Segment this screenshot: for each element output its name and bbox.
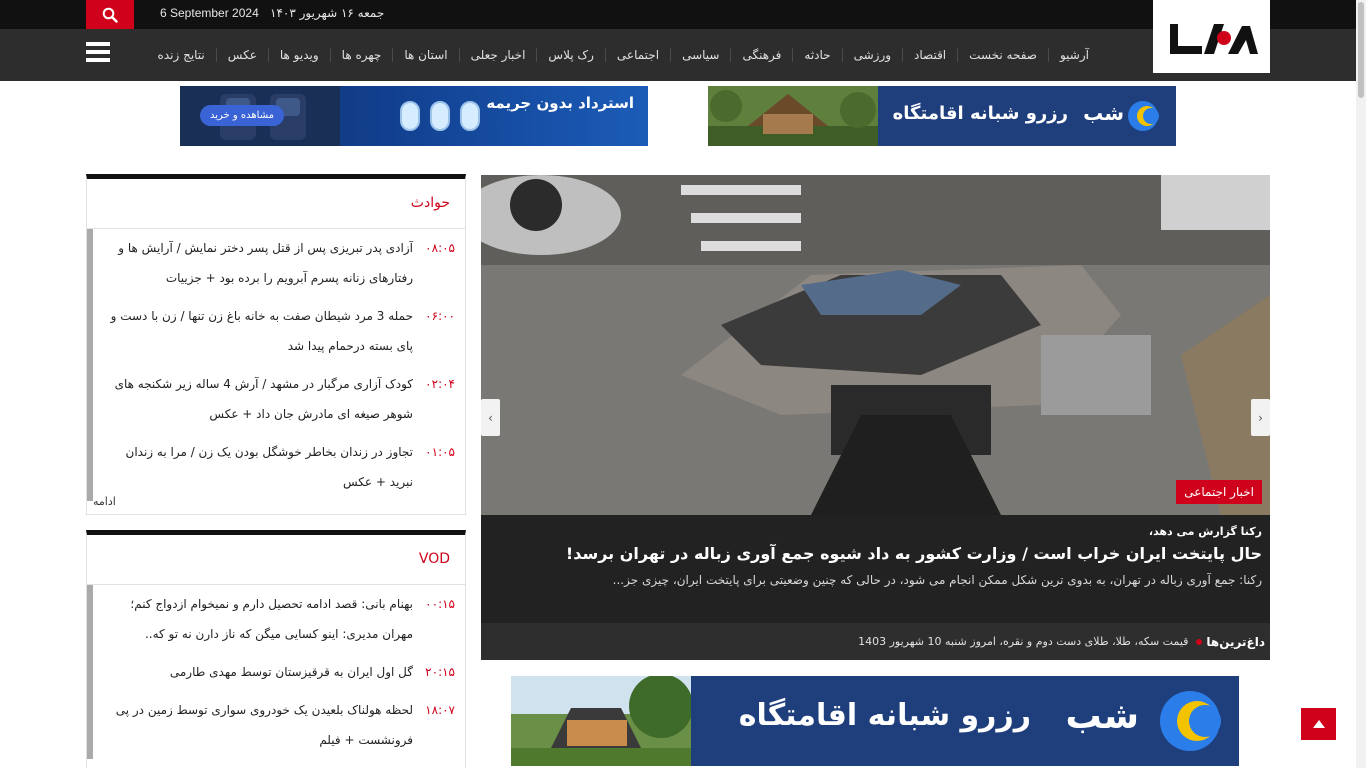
ad-banner-accommodation[interactable]: شب رزرو شبانه اقامتگاه bbox=[708, 86, 1176, 146]
nav-item[interactable]: حادثه bbox=[792, 48, 841, 62]
vod-box: VOD ۰۰:۱۵ بهنام بانی: قصد ادامه تحصیل دار… bbox=[86, 530, 466, 768]
nav-item[interactable]: آرشیو bbox=[1047, 48, 1100, 62]
chevron-right-icon: › bbox=[1258, 410, 1263, 425]
nav-item[interactable]: چهره ها bbox=[329, 48, 393, 62]
news-time: ۱۸:۰۷ bbox=[425, 703, 455, 717]
news-list-item[interactable]: ۰۸:۰۵ آزادی پدر تبریزی پس از قتل پسر دختر… bbox=[93, 229, 465, 297]
news-title[interactable]: گل اول ایران به قرقیزستان توسط مهدی طارم… bbox=[170, 657, 413, 687]
news-title[interactable]: بهنام بانی: قصد ادامه تحصیل دارم و نمیخو… bbox=[103, 589, 413, 649]
slider-next-button[interactable]: › bbox=[1251, 399, 1270, 436]
glass-house-photo bbox=[511, 676, 691, 766]
nav-item[interactable]: استان ها bbox=[392, 48, 458, 62]
accidents-title[interactable]: حوادث bbox=[87, 179, 465, 229]
vod-list: ۰۰:۱۵ بهنام بانی: قصد ادامه تحصیل دارم و … bbox=[87, 585, 465, 759]
news-list-item[interactable]: ۰۱:۰۵ تجاوز در زندان بخاطر خوشگل بودن یک … bbox=[93, 433, 465, 501]
news-time: ۰۰:۱۵ bbox=[425, 597, 455, 611]
scroll-to-top-button[interactable] bbox=[1301, 708, 1336, 740]
airplane-window-icon bbox=[400, 101, 420, 131]
nav-item[interactable]: عکس bbox=[215, 48, 268, 62]
nav-menu: آرشیو صفحه نخست اقتصاد ورزشی حادثه فرهنگی سیاس… bbox=[147, 29, 1100, 81]
ad-flight-text: استرداد بدون جریمه bbox=[486, 94, 634, 112]
news-list-item[interactable]: ۱۸:۰۷ لحظه هولناک بلعیدن یک خودروی سواری … bbox=[93, 691, 465, 759]
ad-buy-button[interactable]: مشاهده و خرید bbox=[200, 105, 285, 126]
date-persian: جمعه ۱۶ شهریور ۱۴۰۳ bbox=[270, 6, 385, 20]
headline-title[interactable]: حال پایتخت ایران خراب است / وزارت کشور ب… bbox=[489, 544, 1262, 563]
rokna-logo-icon bbox=[1169, 23, 1258, 54]
nav-item[interactable]: نتایج زنده bbox=[147, 48, 216, 62]
site-logo[interactable] bbox=[1153, 0, 1270, 73]
news-title[interactable]: لحظه هولناک بلعیدن یک خودروی سواری توسط … bbox=[103, 695, 413, 755]
ticker-label: داغ‌ترین‌ها bbox=[1206, 634, 1265, 649]
search-button[interactable] bbox=[86, 0, 134, 29]
news-title[interactable]: حمله 3 مرد شیطان صفت به خانه باغ زن تنها… bbox=[103, 301, 413, 361]
date-gregorian: 6 September 2024 bbox=[160, 6, 259, 20]
accidents-list: ۰۸:۰۵ آزادی پدر تبریزی پس از قتل پسر دختر… bbox=[87, 229, 465, 501]
page-scrollbar[interactable] bbox=[1356, 0, 1366, 768]
nav-item[interactable]: اجتماعی bbox=[604, 48, 670, 62]
ad-brand: شب bbox=[1083, 101, 1124, 125]
nav-item[interactable]: فرهنگی bbox=[730, 48, 792, 62]
search-icon bbox=[102, 7, 118, 23]
ticker-dot-icon bbox=[1196, 638, 1203, 645]
nav-item[interactable]: ویدیو ها bbox=[267, 48, 330, 62]
vod-title[interactable]: VOD bbox=[87, 535, 465, 585]
ad-banner-flight[interactable]: استرداد بدون جریمه مشاهده و خرید bbox=[180, 86, 648, 146]
news-time: ۰۱:۰۵ bbox=[425, 445, 455, 459]
menu-icon[interactable] bbox=[86, 42, 110, 64]
news-list-item[interactable]: ۰۲:۰۴ کودک آزاری مرگبار در مشهد / آرش 4 س… bbox=[93, 365, 465, 433]
chevron-up-icon bbox=[1312, 720, 1325, 728]
airplane-window-icon bbox=[430, 101, 450, 131]
news-list-item[interactable]: ۰۶:۰۰ حمله 3 مرد شیطان صفت به خانه باغ زن… bbox=[93, 297, 465, 365]
news-title[interactable]: آزادی پدر تبریزی پس از قتل پسر دختر نمای… bbox=[103, 233, 413, 293]
category-badge[interactable]: اخبار اجتماعی bbox=[1176, 480, 1262, 504]
hot-news-ticker: داغ‌ترین‌ها قیمت سکه، طلا، طلای دست دوم … bbox=[481, 623, 1270, 660]
nav-item[interactable]: سیاسی bbox=[670, 48, 730, 62]
street-garbage-photo bbox=[481, 175, 1270, 515]
shab-logo-icon bbox=[1160, 691, 1221, 751]
headline-slider[interactable]: ‹ › اخبار اجتماعی رکنا گزارش می دهد، حال… bbox=[481, 175, 1270, 660]
ad-brand: شب bbox=[1065, 696, 1139, 737]
nav-item[interactable]: اقتصاد bbox=[902, 48, 957, 62]
accidents-more-link[interactable]: ادامه bbox=[93, 495, 116, 508]
news-time: ۰۶:۰۰ bbox=[425, 309, 455, 323]
nav-item[interactable]: اخبار جعلی bbox=[458, 48, 537, 62]
news-time: ۲۰:۱۵ bbox=[425, 665, 455, 679]
news-time: ۰۲:۰۴ bbox=[425, 377, 455, 391]
news-list-item[interactable]: ۰۰:۱۵ بهنام بانی: قصد ادامه تحصیل دارم و … bbox=[93, 585, 465, 653]
airplane-window-icon bbox=[460, 101, 480, 131]
ad-accommodation-text: رزرو شبانه اقامتگاه bbox=[738, 698, 1031, 733]
ad-accommodation-text: رزرو شبانه اقامتگاه bbox=[892, 103, 1068, 124]
news-time: ۰۸:۰۵ bbox=[425, 241, 455, 255]
ticker-link[interactable]: قیمت سکه، طلا، طلای دست دوم و نقره، امرو… bbox=[858, 635, 1188, 648]
cabin-photo bbox=[708, 86, 878, 146]
nav-item[interactable]: ورزشی bbox=[841, 48, 902, 62]
accidents-box: حوادث ۰۸:۰۵ آزادی پدر تبریزی پس از قتل پس… bbox=[86, 174, 466, 515]
headline-lead: رکنا گزارش می دهد، bbox=[1148, 525, 1262, 538]
news-title[interactable]: تجاوز در زندان بخاطر خوشگل بودن یک زن / … bbox=[103, 437, 413, 497]
slider-prev-button[interactable]: ‹ bbox=[481, 399, 500, 436]
headline-summary: رکنا: جمع آوری زباله در تهران، به بدوی ت… bbox=[612, 573, 1262, 587]
nav-item[interactable]: صفحه نخست bbox=[957, 48, 1048, 62]
nav-item[interactable]: رک پلاس bbox=[536, 48, 605, 62]
shab-logo-icon bbox=[1128, 101, 1159, 131]
ad-banner-accommodation-large[interactable]: شب رزرو شبانه اقامتگاه bbox=[511, 676, 1239, 766]
news-list-item[interactable]: ۲۰:۱۵ گل اول ایران به قرقیزستان توسط مهدی… bbox=[93, 653, 465, 691]
slider-caption: رکنا گزارش می دهد، حال پایتخت ایران خراب… bbox=[481, 515, 1270, 623]
chevron-left-icon: ‹ bbox=[488, 410, 493, 425]
news-title[interactable]: کودک آزاری مرگبار در مشهد / آرش 4 ساله ز… bbox=[103, 369, 413, 429]
scrollbar-thumb[interactable] bbox=[1358, 2, 1364, 98]
